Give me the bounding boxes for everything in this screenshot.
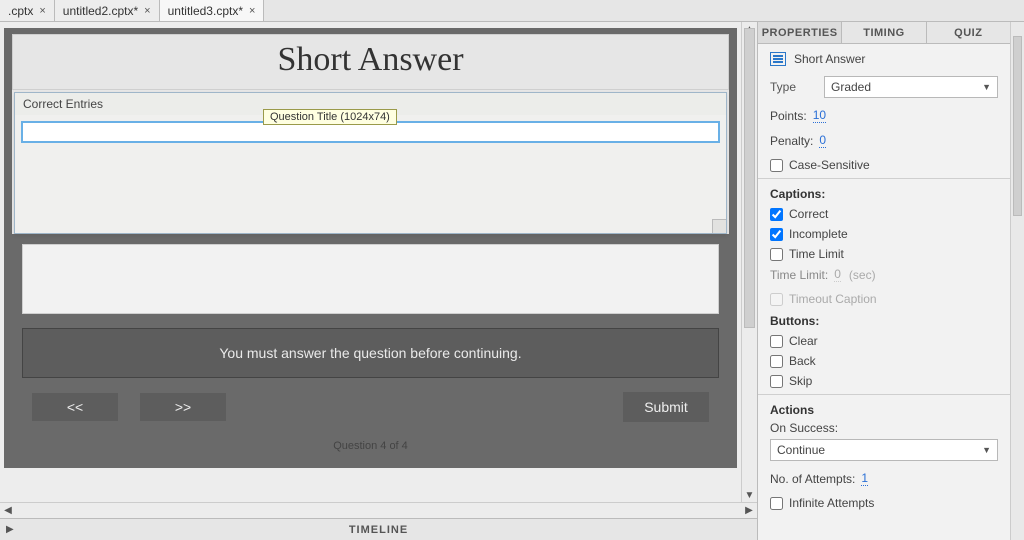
timeout-caption-label: Timeout Caption xyxy=(789,292,877,306)
resize-handle-icon[interactable] xyxy=(712,219,726,233)
button-back-label: Back xyxy=(789,354,816,368)
timeline-panel-header[interactable]: ▶ TIMELINE xyxy=(0,518,757,540)
incomplete-message[interactable]: You must answer the question before cont… xyxy=(22,328,719,378)
actions-title: Actions xyxy=(770,403,998,417)
points-value[interactable]: 10 xyxy=(813,108,826,123)
caption-correct-label: Correct xyxy=(789,207,828,221)
tab-quiz[interactable]: QUIZ xyxy=(927,22,1010,43)
on-success-value: Continue xyxy=(777,443,825,457)
infinite-attempts-label: Infinite Attempts xyxy=(789,496,874,510)
tab-timing[interactable]: TIMING xyxy=(842,22,926,43)
document-tabstrip: .cptx × untitled2.cptx* × untitled3.cptx… xyxy=(0,0,1024,22)
inspector-vertical-scrollbar[interactable] xyxy=(1010,22,1024,540)
canvas[interactable]: Short Answer Correct Entries Question Ti… xyxy=(0,22,741,502)
prev-button[interactable]: << xyxy=(32,393,118,421)
timelimit-value[interactable]: 0 xyxy=(834,267,841,282)
document-tab-3[interactable]: untitled3.cptx* × xyxy=(160,0,265,21)
question-title[interactable]: Short Answer xyxy=(12,34,729,90)
short-answer-icon xyxy=(770,52,786,66)
slide-stage: Short Answer Correct Entries Question Ti… xyxy=(4,28,737,468)
button-clear-checkbox[interactable] xyxy=(770,335,783,348)
caption-incomplete-label: Incomplete xyxy=(789,227,848,241)
caption-timelimit-checkbox[interactable] xyxy=(770,248,783,261)
chevron-down-icon: ▼ xyxy=(982,445,991,455)
timelimit-unit: (sec) xyxy=(849,268,876,282)
tab-properties[interactable]: PROPERTIES xyxy=(758,22,842,43)
caption-correct-checkbox[interactable] xyxy=(770,208,783,221)
canvas-vertical-scrollbar[interactable]: ▲ ▼ xyxy=(741,22,757,502)
points-label: Points: xyxy=(770,109,807,123)
inspector-tabs: PROPERTIES TIMING QUIZ xyxy=(758,22,1010,44)
case-sensitive-label: Case-Sensitive xyxy=(789,158,870,172)
object-name: Short Answer xyxy=(794,52,865,66)
close-icon[interactable]: × xyxy=(39,5,45,17)
penalty-label: Penalty: xyxy=(770,134,813,148)
answer-area[interactable] xyxy=(22,244,719,314)
case-sensitive-checkbox[interactable] xyxy=(770,159,783,172)
on-success-label: On Success: xyxy=(770,421,998,435)
timeline-label: TIMELINE xyxy=(349,524,408,536)
scroll-thumb[interactable] xyxy=(744,28,755,328)
scroll-left-icon[interactable]: ◀ xyxy=(0,503,16,518)
document-tab-2[interactable]: untitled2.cptx* × xyxy=(55,0,160,21)
caption-incomplete-checkbox[interactable] xyxy=(770,228,783,241)
button-skip-label: Skip xyxy=(789,374,812,388)
size-tooltip: Question Title (1024x74) xyxy=(263,109,397,125)
buttons-title: Buttons: xyxy=(770,314,998,328)
on-success-select[interactable]: Continue ▼ xyxy=(770,439,998,461)
caption-timelimit-label: Time Limit xyxy=(789,247,844,261)
timeout-caption-checkbox xyxy=(770,293,783,306)
close-icon[interactable]: × xyxy=(249,5,255,17)
tab-label: untitled3.cptx* xyxy=(168,4,243,18)
button-skip-checkbox[interactable] xyxy=(770,375,783,388)
button-back-checkbox[interactable] xyxy=(770,355,783,368)
captions-title: Captions: xyxy=(770,187,998,201)
scroll-down-icon[interactable]: ▼ xyxy=(742,488,757,502)
close-icon[interactable]: × xyxy=(144,5,150,17)
question-progress: Question 4 of 4 xyxy=(22,440,719,458)
button-clear-label: Clear xyxy=(789,334,818,348)
timelimit-label: Time Limit: xyxy=(770,268,828,282)
penalty-value[interactable]: 0 xyxy=(819,133,826,148)
correct-entries-panel[interactable]: Correct Entries Question Title (1024x74) xyxy=(14,92,727,234)
type-label: Type xyxy=(770,80,818,94)
attempts-value[interactable]: 1 xyxy=(861,471,868,486)
canvas-horizontal-scrollbar[interactable]: ◀ ▶ xyxy=(0,502,757,518)
chevron-down-icon: ▼ xyxy=(982,82,991,92)
scroll-right-icon[interactable]: ▶ xyxy=(741,503,757,518)
infinite-attempts-checkbox[interactable] xyxy=(770,497,783,510)
attempts-label: No. of Attempts: xyxy=(770,472,855,486)
type-select[interactable]: Graded ▼ xyxy=(824,76,998,98)
type-value: Graded xyxy=(831,80,871,94)
next-button[interactable]: >> xyxy=(140,393,226,421)
submit-button[interactable]: Submit xyxy=(623,392,709,422)
document-tab-1[interactable]: .cptx × xyxy=(0,0,55,21)
chevron-right-icon: ▶ xyxy=(6,524,14,535)
tab-label: .cptx xyxy=(8,4,33,18)
tab-label: untitled2.cptx* xyxy=(63,4,138,18)
scroll-thumb[interactable] xyxy=(1013,36,1022,216)
